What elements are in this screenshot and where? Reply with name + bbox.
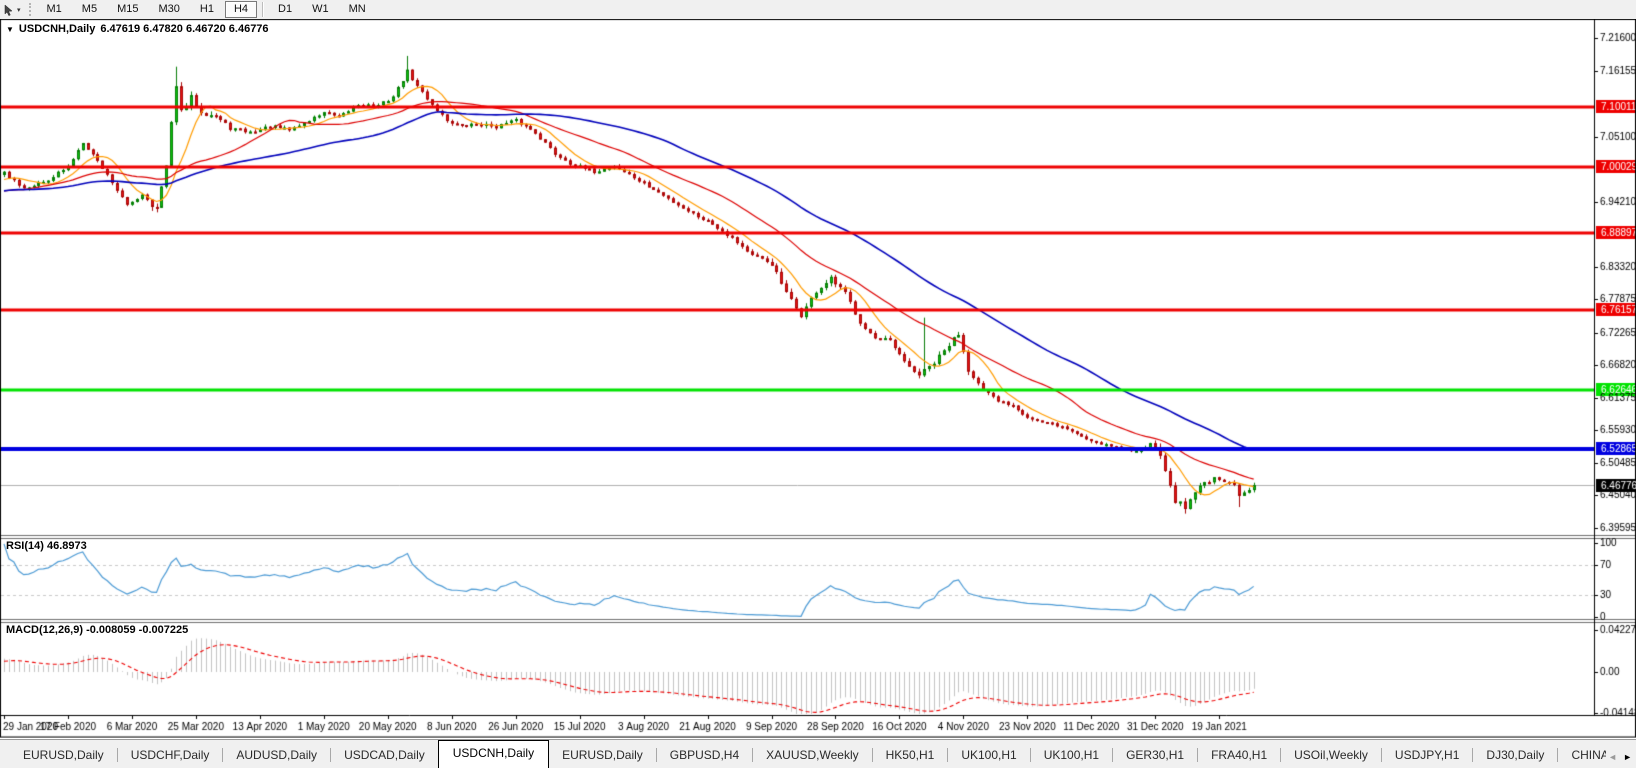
toolbar-separator — [262, 2, 264, 17]
toolbar-grip[interactable] — [29, 3, 31, 16]
macd-indicator-label: MACD(12,26,9) -0.008059 -0.007225 — [6, 624, 188, 636]
chart-ohlc-values: 6.47619 6.47820 6.46720 6.46776 — [100, 23, 268, 35]
price-chart-canvas[interactable] — [0, 19, 1636, 738]
tab-uk100-h1[interactable]: UK100,H1 — [1031, 744, 1112, 768]
cursor-icon — [3, 4, 14, 16]
tab-fra40-h1[interactable]: FRA40,H1 — [1198, 744, 1280, 768]
tab-hk50-h1[interactable]: HK50,H1 — [873, 744, 948, 768]
tab-xauusd-weekly[interactable]: XAUUSD,Weekly — [753, 744, 871, 768]
timeframe-toolbar: ▾ M1M5M15M30H1H4 D1W1MN — [0, 0, 1636, 20]
tab-uk100-h1[interactable]: UK100,H1 — [948, 744, 1029, 768]
timeframe-button-h1[interactable]: H1 — [191, 1, 223, 18]
tab-usdcnh-daily[interactable]: USDCNH,Daily — [438, 740, 549, 768]
tab-eurusd-daily[interactable]: EURUSD,Daily — [10, 744, 117, 768]
tab-audusd-daily[interactable]: AUDUSD,Daily — [223, 744, 330, 768]
timeframe-button-m5[interactable]: M5 — [73, 1, 106, 18]
chart-symbol-period: USDCNH,Daily — [19, 23, 95, 35]
timeframe-button-m30[interactable]: M30 — [149, 1, 188, 18]
tab-gbpusd-h4[interactable]: GBPUSD,H4 — [657, 744, 752, 768]
tab-scroll-left-icon[interactable]: ◄ — [1608, 752, 1617, 762]
tab-usoil-weekly[interactable]: USOil,Weekly — [1281, 744, 1381, 768]
chevron-down-icon[interactable]: ▾ — [17, 6, 21, 14]
symbol-tabs: EURUSD,DailyUSDCHF,DailyAUDUSD,DailyUSDC… — [0, 740, 1606, 768]
symbol-tab-bar: EURUSD,DailyUSDCHF,DailyAUDUSD,DailyUSDC… — [0, 739, 1636, 768]
tab-usdcad-daily[interactable]: USDCAD,Daily — [331, 744, 438, 768]
tab-usdjpy-h1[interactable]: USDJPY,H1 — [1382, 744, 1472, 768]
timeframe-button-mn[interactable]: MN — [340, 1, 375, 18]
timeframe-button-w1[interactable]: W1 — [303, 1, 338, 18]
tab-dj30-daily[interactable]: DJ30,Daily — [1473, 744, 1557, 768]
rsi-indicator-label: RSI(14) 46.8973 — [6, 540, 87, 552]
timeframe-button-d1[interactable]: D1 — [269, 1, 301, 18]
timeframe-button-m1[interactable]: M1 — [38, 1, 71, 18]
tab-usdchf-daily[interactable]: USDCHF,Daily — [118, 744, 223, 768]
chart-title: ▼ USDCNH,Daily 6.47619 6.47820 6.46720 6… — [6, 23, 269, 35]
timeframe-button-m15[interactable]: M15 — [108, 1, 147, 18]
collapse-caret-icon[interactable]: ▼ — [6, 25, 14, 34]
tab-eurusd-daily[interactable]: EURUSD,Daily — [549, 744, 656, 768]
tab-scroll-arrows: ◄ ► — [1606, 752, 1636, 768]
tab-china300-h1[interactable]: CHINA300,H1 — [1558, 744, 1606, 768]
tab-scroll-right-icon[interactable]: ► — [1623, 752, 1632, 762]
cursor-tool-button[interactable]: ▾ — [0, 2, 25, 18]
tab-ger30-h1[interactable]: GER30,H1 — [1113, 744, 1197, 768]
chart-window: ▼ USDCNH,Daily 6.47619 6.47820 6.46720 6… — [0, 19, 1636, 738]
timeframe-button-h4[interactable]: H4 — [225, 1, 257, 18]
